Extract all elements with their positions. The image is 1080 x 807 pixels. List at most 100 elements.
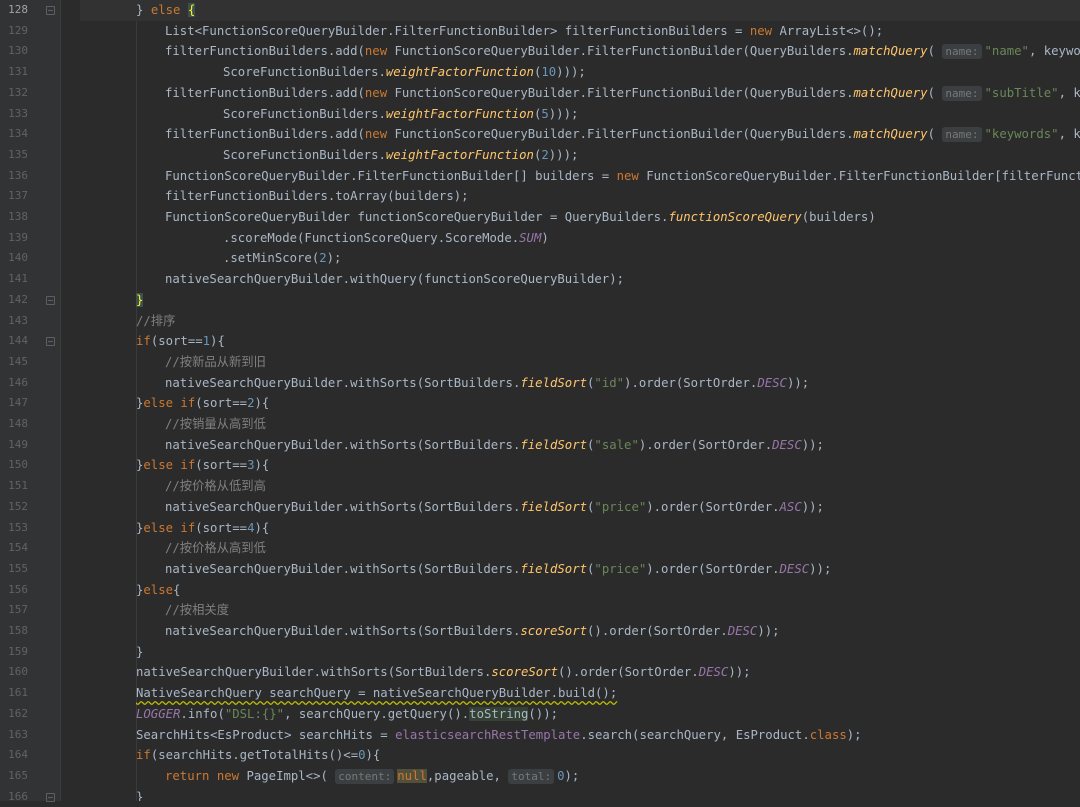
line-number[interactable]: 129 bbox=[0, 21, 28, 42]
code-token: , keyword bbox=[1028, 44, 1080, 59]
line-number[interactable]: 130 bbox=[0, 41, 28, 62]
code-line-148[interactable]: //按销量从高到低 bbox=[80, 414, 1080, 435]
line-number[interactable]: 141 bbox=[0, 269, 28, 290]
line-number[interactable]: 162 bbox=[0, 704, 28, 725]
fold-toggle-icon[interactable] bbox=[46, 792, 55, 802]
code-token: ); bbox=[846, 727, 862, 742]
line-number[interactable]: 145 bbox=[0, 352, 28, 373]
line-number[interactable]: 132 bbox=[0, 83, 28, 104]
code-line-131[interactable]: ScoreFunctionBuilders.weightFactorFuncti… bbox=[80, 62, 1080, 83]
line-number[interactable]: 136 bbox=[0, 166, 28, 187]
keyword-token: new bbox=[364, 44, 388, 59]
code-editor[interactable]: 128 129 130 131 132 133 134 135 136 137 138 139 140 1… bbox=[0, 0, 1080, 803]
code-line-161[interactable]: NativeSearchQuery searchQuery = nativeSe… bbox=[80, 683, 1080, 704]
code-line-152[interactable]: nativeSearchQueryBuilder.withSorts(SortB… bbox=[80, 497, 1080, 518]
line-number[interactable]: 156 bbox=[0, 580, 28, 601]
line-number[interactable]: 139 bbox=[0, 228, 28, 249]
line-number[interactable]: 163 bbox=[0, 725, 28, 746]
line-number[interactable]: 131 bbox=[0, 62, 28, 83]
line-number[interactable]: 137 bbox=[0, 186, 28, 207]
code-line-146[interactable]: nativeSearchQueryBuilder.withSorts(SortB… bbox=[80, 373, 1080, 394]
code-token: ()); bbox=[528, 706, 559, 721]
code-line-142[interactable]: } bbox=[80, 290, 1080, 311]
fold-toggle-icon[interactable] bbox=[46, 295, 55, 305]
constant-token: SUM bbox=[519, 230, 542, 245]
line-number[interactable]: 134 bbox=[0, 124, 28, 145]
code-line-155[interactable]: nativeSearchQueryBuilder.withSorts(SortB… bbox=[80, 559, 1080, 580]
line-number[interactable]: 148 bbox=[0, 414, 28, 435]
line-number[interactable]: 138 bbox=[0, 207, 28, 228]
line-number[interactable]: 165 bbox=[0, 766, 28, 787]
code-line-150[interactable]: }else if(sort==3){ bbox=[80, 455, 1080, 476]
line-number[interactable]: 146 bbox=[0, 373, 28, 394]
code-line-134[interactable]: filterFunctionBuilders.add(new FunctionS… bbox=[80, 124, 1080, 145]
code-line-129[interactable]: List<FunctionScoreQueryBuilder.FilterFun… bbox=[80, 21, 1080, 42]
code-line-140[interactable]: .setMinScore(2); bbox=[80, 248, 1080, 269]
code-token: { bbox=[173, 582, 181, 597]
code-line-164[interactable]: if(searchHits.getTotalHits()<=0){ bbox=[80, 745, 1080, 766]
line-number-gutter[interactable]: 128 129 130 131 132 133 134 135 136 137 138 139 140 1… bbox=[0, 0, 61, 803]
code-token: , key bbox=[1058, 85, 1080, 100]
code-line-160[interactable]: nativeSearchQueryBuilder.withSorts(SortB… bbox=[80, 662, 1080, 683]
line-number[interactable]: 153 bbox=[0, 518, 28, 539]
code-line-141[interactable]: nativeSearchQueryBuilder.withQuery(funct… bbox=[80, 269, 1080, 290]
code-line-137[interactable]: filterFunctionBuilders.toArray(builders)… bbox=[80, 186, 1080, 207]
code-line-158[interactable]: nativeSearchQueryBuilder.withSorts(SortB… bbox=[80, 621, 1080, 642]
line-number[interactable]: 140 bbox=[0, 248, 28, 269]
method-token: scoreSort bbox=[491, 665, 559, 680]
code-line-143[interactable]: //排序 bbox=[80, 311, 1080, 332]
code-line-136[interactable]: FunctionScoreQueryBuilder.FilterFunction… bbox=[80, 166, 1080, 187]
line-number[interactable]: 147 bbox=[0, 393, 28, 414]
comment-token: //按销量从高到低 bbox=[165, 417, 266, 431]
code-line-128[interactable]: } else { bbox=[80, 0, 1080, 21]
fold-toggle-icon[interactable] bbox=[46, 337, 55, 347]
code-token: filterFunctionBuilders.add( bbox=[165, 44, 365, 59]
code-token: ){ bbox=[254, 520, 270, 535]
code-line-154[interactable]: //按价格从高到低 bbox=[80, 538, 1080, 559]
line-number[interactable]: 154 bbox=[0, 538, 28, 559]
line-number[interactable]: 144 bbox=[0, 331, 28, 352]
code-line-159[interactable]: } bbox=[80, 642, 1080, 663]
line-number[interactable]: 161 bbox=[0, 683, 28, 704]
line-number[interactable]: 150 bbox=[0, 455, 28, 476]
line-number[interactable]: 158 bbox=[0, 621, 28, 642]
code-area[interactable]: } else { List<FunctionScoreQueryBuilder.… bbox=[80, 0, 1080, 801]
code-line-151[interactable]: //按价格从低到高 bbox=[80, 476, 1080, 497]
line-number[interactable]: 149 bbox=[0, 435, 28, 456]
code-line-153[interactable]: }else if(sort==4){ bbox=[80, 518, 1080, 539]
code-line-130[interactable]: filterFunctionBuilders.add(new FunctionS… bbox=[80, 41, 1080, 62]
line-number[interactable]: 160 bbox=[0, 662, 28, 683]
line-number[interactable]: 164 bbox=[0, 745, 28, 766]
code-line-144[interactable]: if(sort==1){ bbox=[80, 331, 1080, 352]
code-line-165[interactable]: return new PageImpl<>( content: null,page… bbox=[80, 766, 1080, 787]
line-number[interactable]: 157 bbox=[0, 600, 28, 621]
code-line-132[interactable]: filterFunctionBuilders.add(new FunctionS… bbox=[80, 83, 1080, 104]
code-token: ).order(SortOrder. bbox=[646, 561, 780, 576]
line-number[interactable]: 166 bbox=[0, 787, 28, 807]
code-line-135[interactable]: ScoreFunctionBuilders.weightFactorFuncti… bbox=[80, 145, 1080, 166]
line-number[interactable]: 143 bbox=[0, 311, 28, 332]
code-line-156[interactable]: }else{ bbox=[80, 580, 1080, 601]
code-line-163[interactable]: SearchHits<EsProduct> searchHits = elast… bbox=[80, 725, 1080, 746]
code-line-147[interactable]: }else if(sort==2){ bbox=[80, 393, 1080, 414]
code-token: )); bbox=[801, 437, 824, 452]
keyword-token: else if bbox=[143, 396, 196, 411]
fold-toggle-icon[interactable] bbox=[46, 6, 55, 15]
code-line-157[interactable]: //按相关度 bbox=[80, 600, 1080, 621]
code-line-133[interactable]: ScoreFunctionBuilders.weightFactorFuncti… bbox=[80, 104, 1080, 125]
line-number[interactable]: 155 bbox=[0, 559, 28, 580]
line-number[interactable]: 152 bbox=[0, 497, 28, 518]
code-line-138[interactable]: FunctionScoreQueryBuilder functionScoreQ… bbox=[80, 207, 1080, 228]
code-line-145[interactable]: //按新品从新到旧 bbox=[80, 352, 1080, 373]
line-number[interactable]: 128 bbox=[0, 0, 28, 21]
line-number[interactable]: 135 bbox=[0, 145, 28, 166]
constant-token: DESC bbox=[772, 437, 802, 452]
line-number[interactable]: 151 bbox=[0, 476, 28, 497]
code-line-162[interactable]: LOGGER.info("DSL:{}", searchQuery.getQue… bbox=[80, 704, 1080, 725]
line-number[interactable]: 133 bbox=[0, 104, 28, 125]
code-line-166[interactable]: } bbox=[80, 787, 1080, 801]
code-line-149[interactable]: nativeSearchQueryBuilder.withSorts(SortB… bbox=[80, 435, 1080, 456]
code-line-139[interactable]: .scoreMode(FunctionScoreQuery.ScoreMode.… bbox=[80, 228, 1080, 249]
line-number[interactable]: 142 bbox=[0, 290, 28, 311]
line-number[interactable]: 159 bbox=[0, 642, 28, 663]
